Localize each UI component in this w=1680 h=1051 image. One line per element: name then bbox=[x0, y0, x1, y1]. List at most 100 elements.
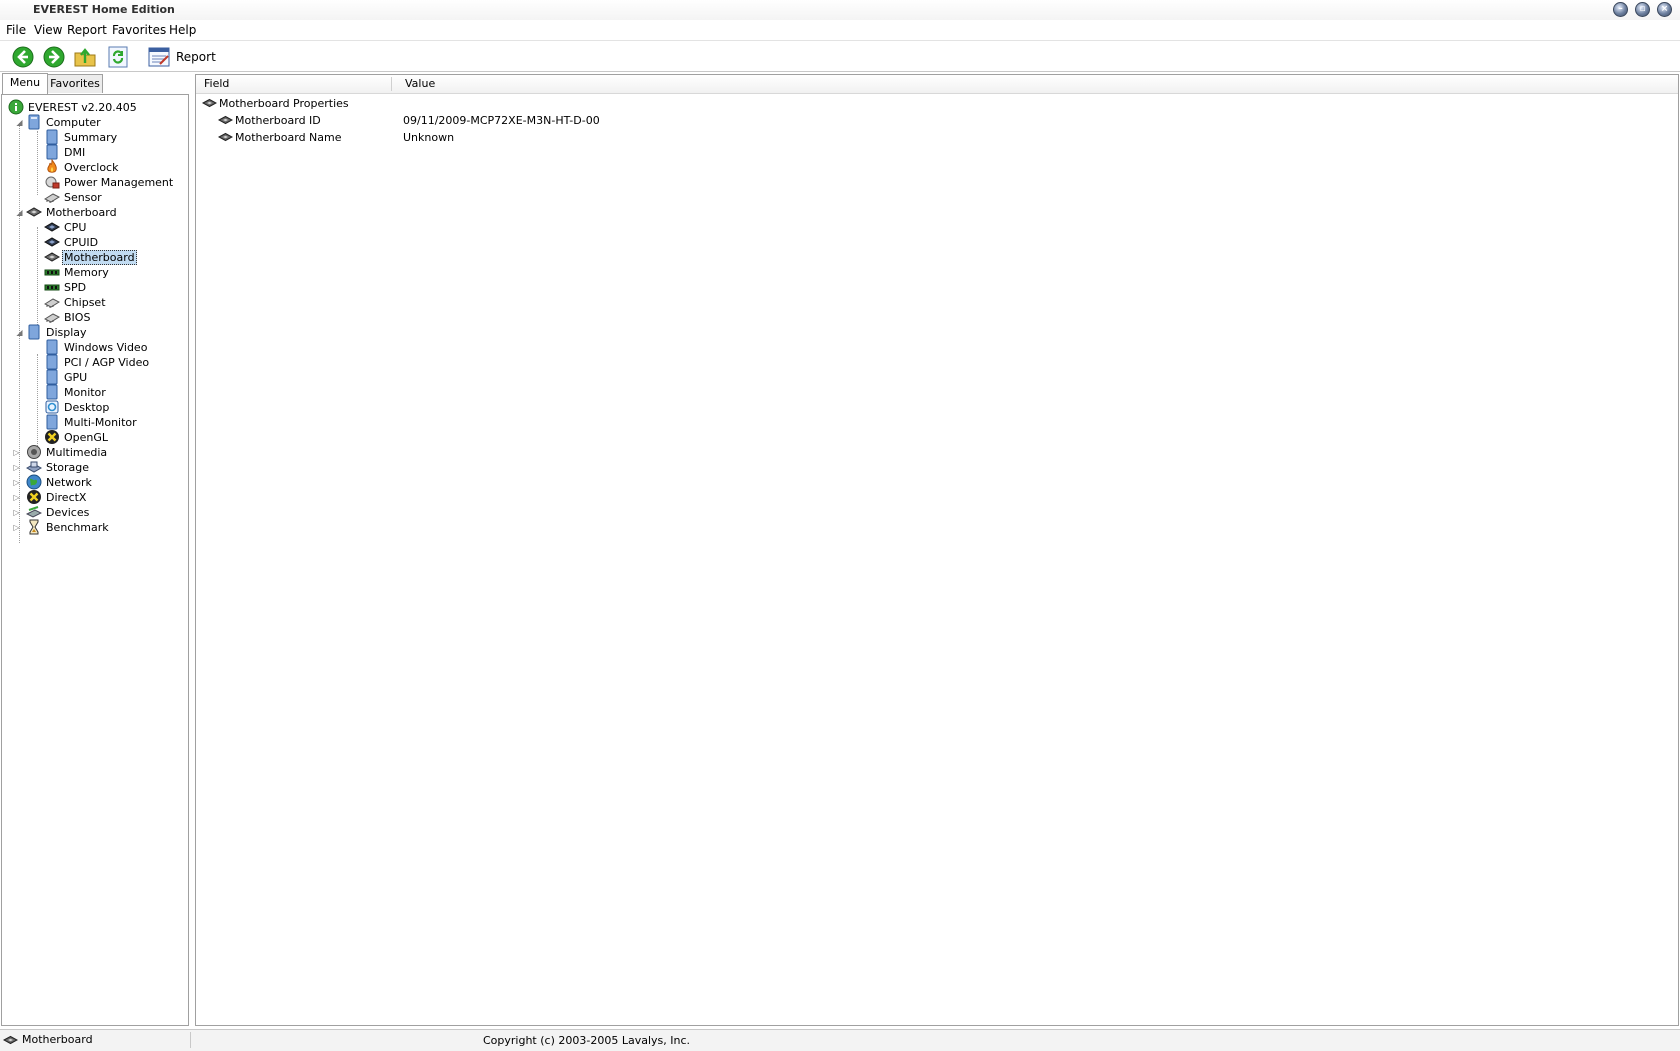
tree-item-network[interactable]: Network bbox=[26, 474, 93, 490]
display-icon bbox=[26, 324, 42, 340]
column-header: Field Value bbox=[196, 75, 1678, 94]
tree-item-chipset[interactable]: Chipset bbox=[44, 294, 107, 310]
tab-menu[interactable]: Menu bbox=[2, 73, 48, 94]
tree-item-label: Desktop bbox=[64, 400, 110, 414]
field-label: Motherboard Name bbox=[235, 130, 342, 144]
tree-item-benchmark[interactable]: Benchmark bbox=[26, 519, 110, 535]
column-divider[interactable] bbox=[391, 77, 392, 91]
table-row[interactable]: Motherboard Name bbox=[218, 129, 342, 145]
storage-icon bbox=[26, 459, 42, 475]
tree-item-root[interactable]: EVEREST v2.20.405 bbox=[8, 99, 138, 115]
tree-item-opengl[interactable]: OpenGL bbox=[44, 429, 109, 445]
tree-guide-line bbox=[37, 131, 38, 195]
tree-item-directx[interactable]: DirectX bbox=[26, 489, 87, 505]
details-list[interactable]: Field Value Motherboard Properties Mothe… bbox=[195, 74, 1679, 1026]
tree-item-label: Power Management bbox=[64, 175, 174, 189]
collapse-toggle[interactable]: ◢ bbox=[16, 328, 23, 337]
tree-item-label: Computer bbox=[46, 115, 101, 129]
motherboard-icon bbox=[2, 1034, 19, 1046]
menu-file[interactable]: File bbox=[6, 23, 26, 37]
tree-item-label: Summary bbox=[64, 130, 118, 144]
directx-x-icon bbox=[44, 429, 60, 445]
report-button-label: Report bbox=[176, 50, 216, 64]
tree-item-motherboard-group[interactable]: Motherboard bbox=[26, 204, 118, 220]
collapse-toggle[interactable]: ◢ bbox=[16, 208, 23, 217]
menu-report[interactable]: Report bbox=[67, 23, 107, 37]
tree-item-label: Storage bbox=[46, 460, 90, 474]
panel-tabs: Menu Favorites bbox=[0, 73, 190, 94]
tree-item-monitor[interactable]: Monitor bbox=[44, 384, 107, 400]
computer-icon bbox=[26, 114, 42, 130]
tree-item-label: PCI / AGP Video bbox=[64, 355, 150, 369]
tab-favorites[interactable]: Favorites bbox=[47, 74, 103, 93]
minimize-button[interactable]: – bbox=[1613, 2, 1628, 17]
tree-item-summary[interactable]: Summary bbox=[44, 129, 118, 145]
chip-icon bbox=[44, 294, 60, 310]
tree-item-dmi[interactable]: DMI bbox=[44, 144, 86, 160]
tree-item-label: Devices bbox=[46, 505, 90, 519]
refresh-button[interactable] bbox=[106, 45, 130, 69]
tree-item-desktop[interactable]: Desktop bbox=[44, 399, 110, 415]
maximize-button[interactable]: ▫ bbox=[1635, 2, 1650, 17]
tree-item-sensor[interactable]: Sensor bbox=[44, 189, 103, 205]
hourglass-icon bbox=[26, 519, 42, 535]
table-row[interactable]: Motherboard ID bbox=[218, 112, 321, 128]
expand-toggle[interactable]: ▷ bbox=[13, 523, 20, 532]
expand-toggle[interactable]: ▷ bbox=[13, 493, 20, 502]
column-header-field[interactable]: Field bbox=[204, 77, 229, 90]
tree-item-label: Multi-Monitor bbox=[64, 415, 137, 429]
tree-item-label: Windows Video bbox=[64, 340, 148, 354]
tree-item-multi-monitor[interactable]: Multi-Monitor bbox=[44, 414, 138, 430]
expand-toggle[interactable]: ▷ bbox=[13, 463, 20, 472]
field-value: 09/11/2009-MCP72XE-M3N-HT-D-00 bbox=[403, 114, 600, 127]
report-button[interactable]: Report bbox=[147, 45, 216, 69]
close-button[interactable]: × bbox=[1657, 2, 1672, 17]
menu-help[interactable]: Help bbox=[169, 23, 196, 37]
maximize-icon: ▫ bbox=[1639, 4, 1646, 14]
tree-item-motherboard[interactable]: Motherboard bbox=[44, 249, 137, 265]
tree-item-cpu[interactable]: CPU bbox=[44, 219, 87, 235]
expand-toggle[interactable]: ▷ bbox=[13, 448, 20, 457]
expand-toggle[interactable]: ▷ bbox=[13, 508, 20, 517]
tree-item-cpuid[interactable]: CPUID bbox=[44, 234, 99, 250]
tree-item-label: EVEREST v2.20.405 bbox=[28, 100, 137, 114]
tree-item-label: DirectX bbox=[46, 490, 87, 504]
tree-item-label: CPU bbox=[64, 220, 87, 234]
menu-view[interactable]: View bbox=[34, 23, 62, 37]
refresh-icon bbox=[108, 46, 128, 68]
expand-toggle[interactable]: ▷ bbox=[13, 478, 20, 487]
tree-item-bios[interactable]: BIOS bbox=[44, 309, 91, 325]
display-icon bbox=[44, 369, 60, 385]
tree-item-overclock[interactable]: Overclock bbox=[44, 159, 119, 175]
tree-item-label: SPD bbox=[64, 280, 87, 294]
group-row[interactable]: Motherboard Properties bbox=[202, 95, 349, 111]
menu-bar: File View Report Favorites Help bbox=[0, 20, 1680, 41]
tree-item-spd[interactable]: SPD bbox=[44, 279, 87, 295]
everest-info-icon bbox=[8, 99, 24, 115]
forward-button[interactable] bbox=[42, 45, 66, 69]
tree-item-computer[interactable]: Computer bbox=[26, 114, 102, 130]
tree-item-multimedia[interactable]: Multimedia bbox=[26, 444, 108, 460]
tree-item-gpu[interactable]: GPU bbox=[44, 369, 88, 385]
close-icon: × bbox=[1660, 4, 1669, 14]
cpu-icon bbox=[44, 234, 60, 250]
speaker-icon bbox=[26, 444, 42, 460]
back-button[interactable] bbox=[11, 45, 35, 69]
tree-item-power-management[interactable]: Power Management bbox=[44, 174, 174, 190]
folder-up-icon bbox=[74, 48, 96, 67]
navigation-tree[interactable]: EVEREST v2.20.405 ◢ Computer Summary DMI… bbox=[1, 94, 189, 1026]
tree-item-pci-agp-video[interactable]: PCI / AGP Video bbox=[44, 354, 150, 370]
tree-item-devices[interactable]: Devices bbox=[26, 504, 90, 520]
tree-item-label: CPUID bbox=[64, 235, 99, 249]
cpu-icon bbox=[44, 219, 60, 235]
column-header-value[interactable]: Value bbox=[405, 77, 435, 90]
up-folder-button[interactable] bbox=[73, 45, 97, 69]
directx-x-icon bbox=[26, 489, 42, 505]
collapse-toggle[interactable]: ◢ bbox=[16, 118, 23, 127]
menu-favorites[interactable]: Favorites bbox=[112, 23, 166, 37]
tree-item-display[interactable]: Display bbox=[26, 324, 88, 340]
chip-icon bbox=[44, 189, 60, 205]
tree-item-memory[interactable]: Memory bbox=[44, 264, 110, 280]
tree-item-storage[interactable]: Storage bbox=[26, 459, 90, 475]
tree-item-windows-video[interactable]: Windows Video bbox=[44, 339, 148, 355]
